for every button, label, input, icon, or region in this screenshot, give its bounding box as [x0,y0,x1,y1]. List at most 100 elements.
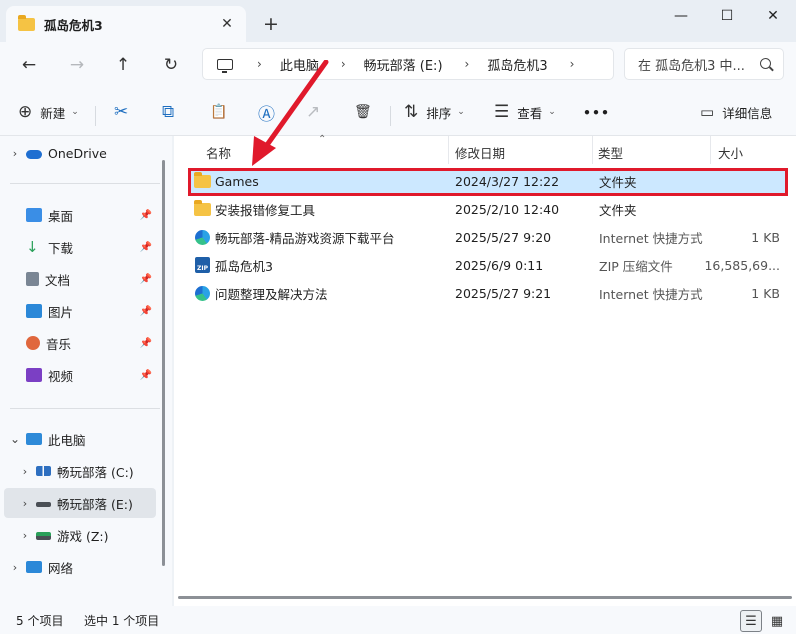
maximize-button[interactable]: ☐ [704,0,750,32]
expand-chevron-icon[interactable]: › [4,561,26,574]
desktop-icon [26,208,42,222]
edge-shortcut-icon [195,286,210,301]
pin-icon[interactable]: 📌 [140,306,152,317]
sidebar-scrollbar[interactable] [162,160,165,566]
file-size: 1 KB [751,229,780,245]
paste-button[interactable]: 📋 [210,98,235,126]
navigation-pane: › OneDrive 桌面 📌 ↓ 下载 📌 文档 📌 图片 📌 音乐 📌 视频 [0,136,172,606]
expand-chevron-icon[interactable]: › [4,147,26,160]
back-button[interactable]: ← [14,50,44,80]
sidebar-divider [10,408,160,409]
trash-icon: 🗑 [354,104,372,120]
sidebar-item-this-pc[interactable]: ⌄ 此电脑 [4,424,156,454]
toolbar-divider [390,106,391,126]
column-divider[interactable] [592,136,593,164]
horizontal-scrollbar[interactable] [178,596,792,599]
new-label: 新建 [40,105,66,121]
selection-count: 选中 1 个项目 [84,613,160,628]
file-row[interactable]: 畅玩部落-精品游戏资源下载平台 2025/5/27 9:20 Internet … [188,224,786,250]
file-size: 1 KB [751,285,780,301]
navigation-bar: ← → ↑ ↻ › 此电脑 › 畅玩部落 (E:) › 孤岛危机3 › 在 孤岛… [0,42,796,88]
zip-icon: ZIP [195,257,210,273]
pin-icon[interactable]: 📌 [140,210,152,221]
details-view-button[interactable]: ☰ [740,610,762,632]
close-button[interactable]: ✕ [750,0,796,32]
file-size: 16,585,69... [704,257,780,273]
sidebar-item-onedrive[interactable]: › OneDrive [4,138,156,168]
more-options-button[interactable]: ••• [583,98,610,126]
file-row[interactable]: 安装报错修复工具 2025/2/10 12:40 文件夹 [188,196,786,222]
expand-chevron-icon[interactable]: › [14,529,36,542]
delete-button[interactable]: 🗑 [354,98,380,126]
chevron-down-icon: ⌄ [548,107,556,117]
new-tab-button[interactable]: + [258,11,284,37]
computer-icon [26,433,42,445]
clipboard-icon: 📋 [210,104,228,120]
picture-icon [26,304,42,318]
breadcrumb-current-folder[interactable]: 孤岛危机3 [487,55,547,74]
sidebar-item-pictures[interactable]: 图片 📌 [4,296,156,326]
sidebar-item-label: 畅玩部落 (C:) [57,464,134,480]
column-header-modified[interactable]: 修改日期 [455,140,505,164]
copy-icon: ⧉ [162,102,175,122]
pin-icon[interactable]: 📌 [140,338,152,349]
minimize-button[interactable]: — [658,0,704,32]
up-button[interactable]: ↑ [108,50,138,80]
pin-icon[interactable]: 📌 [140,242,152,253]
breadcrumb-separator[interactable]: › [570,57,575,71]
sidebar-item-label: 音乐 [46,336,72,352]
column-divider[interactable] [710,136,711,164]
column-header-type[interactable]: 类型 [598,140,623,164]
document-icon [26,272,39,286]
file-row[interactable]: ZIP 孤岛危机3 2025/6/9 0:11 ZIP 压缩文件 16,585,… [188,252,786,278]
cut-button[interactable]: ✂ [114,98,136,126]
forward-button[interactable]: → [62,50,92,80]
view-button[interactable]: ☰ 查看 ⌄ [494,98,556,126]
sidebar-item-downloads[interactable]: ↓ 下载 📌 [4,232,156,262]
tiles-view-button[interactable]: ▦ [766,610,788,632]
cloud-icon [26,149,42,159]
folder-icon [18,14,35,31]
refresh-button[interactable]: ↻ [156,50,186,80]
breadcrumb-separator[interactable]: › [465,57,470,71]
sidebar-item-label: 视频 [48,368,74,384]
toolbar-divider [95,106,96,126]
sort-button[interactable]: ⇅ 排序 ⌄ [404,98,465,126]
copy-button[interactable]: ⧉ [162,98,182,126]
details-pane-button[interactable]: ▭ 详细信息 [700,98,772,126]
pin-icon[interactable]: 📌 [140,274,152,285]
view-label: 查看 [517,105,543,121]
breadcrumb-drive-e[interactable]: 畅玩部落 (E:) [364,55,443,74]
tab-close-button[interactable]: ✕ [216,13,238,35]
collapse-chevron-icon[interactable]: ⌄ [4,433,26,445]
command-bar: ⊕ 新建 ⌄ ✂ ⧉ 📋 Ⓐ ↗ 🗑 ⇅ 排序 ⌄ ☰ 查看 ⌄ ••• ▭ 详… [0,88,796,136]
new-button[interactable]: ⊕ 新建 ⌄ [18,98,79,126]
sidebar-item-label: OneDrive [48,145,107,161]
expand-chevron-icon[interactable]: › [14,497,36,510]
edge-shortcut-icon [195,230,210,245]
folder-icon [194,200,211,216]
search-input[interactable]: 在 孤岛危机3 中... [624,48,784,80]
sidebar-item-drive-c[interactable]: › 畅玩部落 (C:) [14,456,156,486]
column-header-name[interactable]: 名称 [206,140,231,164]
sidebar-item-drive-e[interactable]: › 畅玩部落 (E:) [4,488,156,518]
sidebar-item-music[interactable]: 音乐 📌 [4,328,156,358]
column-header-size[interactable]: 大小 [718,140,743,164]
item-count: 5 个项目 [16,613,64,628]
scissors-icon: ✂ [114,102,129,122]
sort-icon: ⇅ [404,102,419,122]
annotation-arrow-icon [252,60,329,166]
sidebar-item-documents[interactable]: 文档 📌 [4,264,156,294]
sidebar-item-videos[interactable]: 视频 📌 [4,360,156,390]
column-divider[interactable] [448,136,449,164]
tab-title: 孤岛危机3 [44,17,103,33]
sidebar-item-network[interactable]: › 网络 [4,552,156,582]
music-icon [26,336,40,350]
file-row[interactable]: 问题整理及解决方法 2025/5/27 9:21 Internet 快捷方式 1… [188,280,786,306]
pin-icon[interactable]: 📌 [140,370,152,381]
sidebar-item-drive-z[interactable]: › 游戏 (Z:) [14,520,156,550]
sidebar-item-desktop[interactable]: 桌面 📌 [4,200,156,230]
breadcrumb-separator[interactable]: › [341,57,346,71]
tab-current[interactable]: 孤岛危机3 ✕ [6,6,246,42]
expand-chevron-icon[interactable]: › [14,465,36,478]
